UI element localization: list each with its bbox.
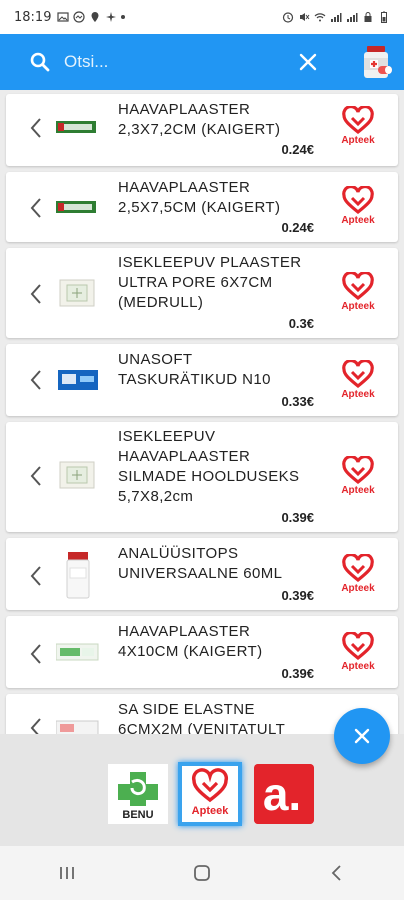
image-icon: [57, 12, 70, 22]
pharmacy-a1-label: a.: [263, 768, 301, 820]
pharmacy-benu-label: BENU: [122, 809, 153, 821]
product-name: HAAVAPLAASTER 2,5X7,5CM (KAIGERT): [118, 179, 281, 216]
list-item[interactable]: UNASOFT TASKURÄTIKUD N10 0.33€ Apteek: [6, 344, 398, 416]
product-price: 0.24€: [281, 142, 314, 157]
product-name: UNASOFT TASKURÄTIKUD N10: [118, 351, 271, 388]
product-name: HAAVAPLAASTER 2,3X7,2CM (KAIGERT): [118, 101, 281, 138]
chevron-left-icon[interactable]: [28, 564, 44, 588]
signal-icon: [331, 13, 342, 22]
pharmacy-benu-button[interactable]: BENU: [108, 764, 168, 824]
notification-icons: [57, 11, 126, 23]
chevron-left-icon[interactable]: [28, 464, 44, 488]
list-item[interactable]: ANALÜÜSITOPS UNIVERSAALNE 60ML 0.39€ Apt…: [6, 538, 398, 610]
product-price: 0.39€: [281, 510, 314, 525]
status-bar: 18:19: [0, 0, 404, 34]
alarm-icon: [282, 12, 294, 23]
signal-icon-2: [347, 13, 358, 22]
apteek-logo: Apteek: [341, 106, 375, 146]
recent-apps-icon: [60, 867, 75, 879]
back-button[interactable]: [317, 858, 357, 888]
apteek-logo-text: Apteek: [341, 389, 375, 400]
chevron-left-icon[interactable]: [28, 116, 44, 140]
product-name: ISEKLEEPUV PLAASTER ULTRA PORE 6X7CM (ME…: [118, 254, 302, 311]
chevron-left-icon[interactable]: [28, 368, 44, 392]
recent-apps-button[interactable]: [47, 858, 87, 888]
list-item[interactable]: HAAVAPLAASTER 2,5X7,5CM (KAIGERT) 0.24€ …: [6, 172, 398, 242]
product-price: 0.39€: [281, 666, 314, 681]
apteek-logo-text: Apteek: [341, 583, 375, 594]
status-time: 18:19: [14, 9, 52, 25]
product-image: [56, 121, 96, 133]
battery-icon: [381, 11, 387, 23]
list-item[interactable]: HAAVAPLAASTER 4X10CM (KAIGERT) 0.39€ Apt…: [6, 616, 398, 688]
pharmacy-apteek-label: Apteek: [192, 805, 230, 817]
wifi-icon: [314, 13, 326, 22]
apteek-logo: Apteek: [341, 632, 375, 672]
apteek-logo-text: Apteek: [341, 485, 375, 496]
apteek-logo: Apteek: [341, 186, 375, 226]
mute-icon: [300, 13, 310, 21]
product-price: 0.3€: [288, 316, 314, 331]
search-input[interactable]: [64, 46, 274, 78]
app-bar: [0, 34, 404, 90]
product-image: [59, 461, 95, 489]
product-image: [56, 643, 99, 661]
chevron-left-icon[interactable]: [28, 716, 44, 734]
chevron-left-icon[interactable]: [28, 196, 44, 220]
apteek-logo: Apteek: [341, 272, 375, 312]
lock-icon: [364, 12, 372, 22]
system-status-icons: [282, 11, 390, 23]
close-fab-button[interactable]: [334, 708, 390, 764]
medicine-bottle-icon[interactable]: [360, 44, 394, 82]
product-price: 0.33€: [281, 394, 314, 409]
clear-search-icon[interactable]: [296, 50, 320, 74]
product-name: HAAVAPLAASTER 4X10CM (KAIGERT): [118, 623, 263, 660]
product-image: [59, 279, 95, 307]
pharmacy-apteek-button[interactable]: Apteek: [178, 762, 242, 826]
product-image: [56, 720, 99, 734]
location-icon: [91, 12, 99, 22]
product-image: [66, 552, 90, 599]
pharmacy-a1-button[interactable]: a.: [254, 764, 314, 824]
apteek-logo: Apteek: [341, 360, 375, 400]
apteek-logo: Apteek: [341, 554, 375, 594]
product-name: ISEKLEEPUV HAAVAPLAASTER SILMADE HOOLDUS…: [118, 428, 300, 505]
close-icon: [354, 728, 370, 744]
product-price: 0.39€: [281, 588, 314, 603]
list-item[interactable]: HAAVAPLAASTER 2,3X7,2CM (KAIGERT) 0.24€ …: [6, 94, 398, 166]
product-image: [58, 370, 98, 390]
messenger-icon: [73, 11, 86, 23]
apteek-logo-text: Apteek: [341, 301, 375, 312]
product-name: ANALÜÜSITOPS UNIVERSAALNE 60ML: [118, 545, 283, 582]
apteek-logo-text: Apteek: [341, 215, 375, 226]
apteek-logo-text: Apteek: [341, 135, 375, 146]
product-list[interactable]: HAAVAPLAASTER 2,3X7,2CM (KAIGERT) 0.24€ …: [0, 90, 404, 734]
product-image: [56, 201, 96, 213]
back-icon: [331, 865, 341, 881]
product-price: 0.24€: [281, 220, 314, 235]
list-item[interactable]: ISEKLEEPUV HAAVAPLAASTER SILMADE HOOLDUS…: [6, 422, 398, 532]
sparkle-icon: [106, 12, 117, 22]
dot-icon: [121, 15, 126, 19]
list-item[interactable]: ISEKLEEPUV PLAASTER ULTRA PORE 6X7CM (ME…: [6, 248, 398, 338]
chevron-left-icon[interactable]: [28, 642, 44, 666]
home-button[interactable]: [182, 858, 222, 888]
chevron-left-icon[interactable]: [28, 282, 44, 306]
home-icon: [194, 865, 210, 881]
apteek-logo: Apteek: [341, 456, 375, 496]
search-icon[interactable]: [28, 50, 52, 74]
system-nav-bar: [0, 846, 404, 900]
product-name: SA SIDE ELASTNE 6CMX2M (VENITATULT: [118, 701, 286, 734]
apteek-logo-text: Apteek: [341, 661, 375, 672]
